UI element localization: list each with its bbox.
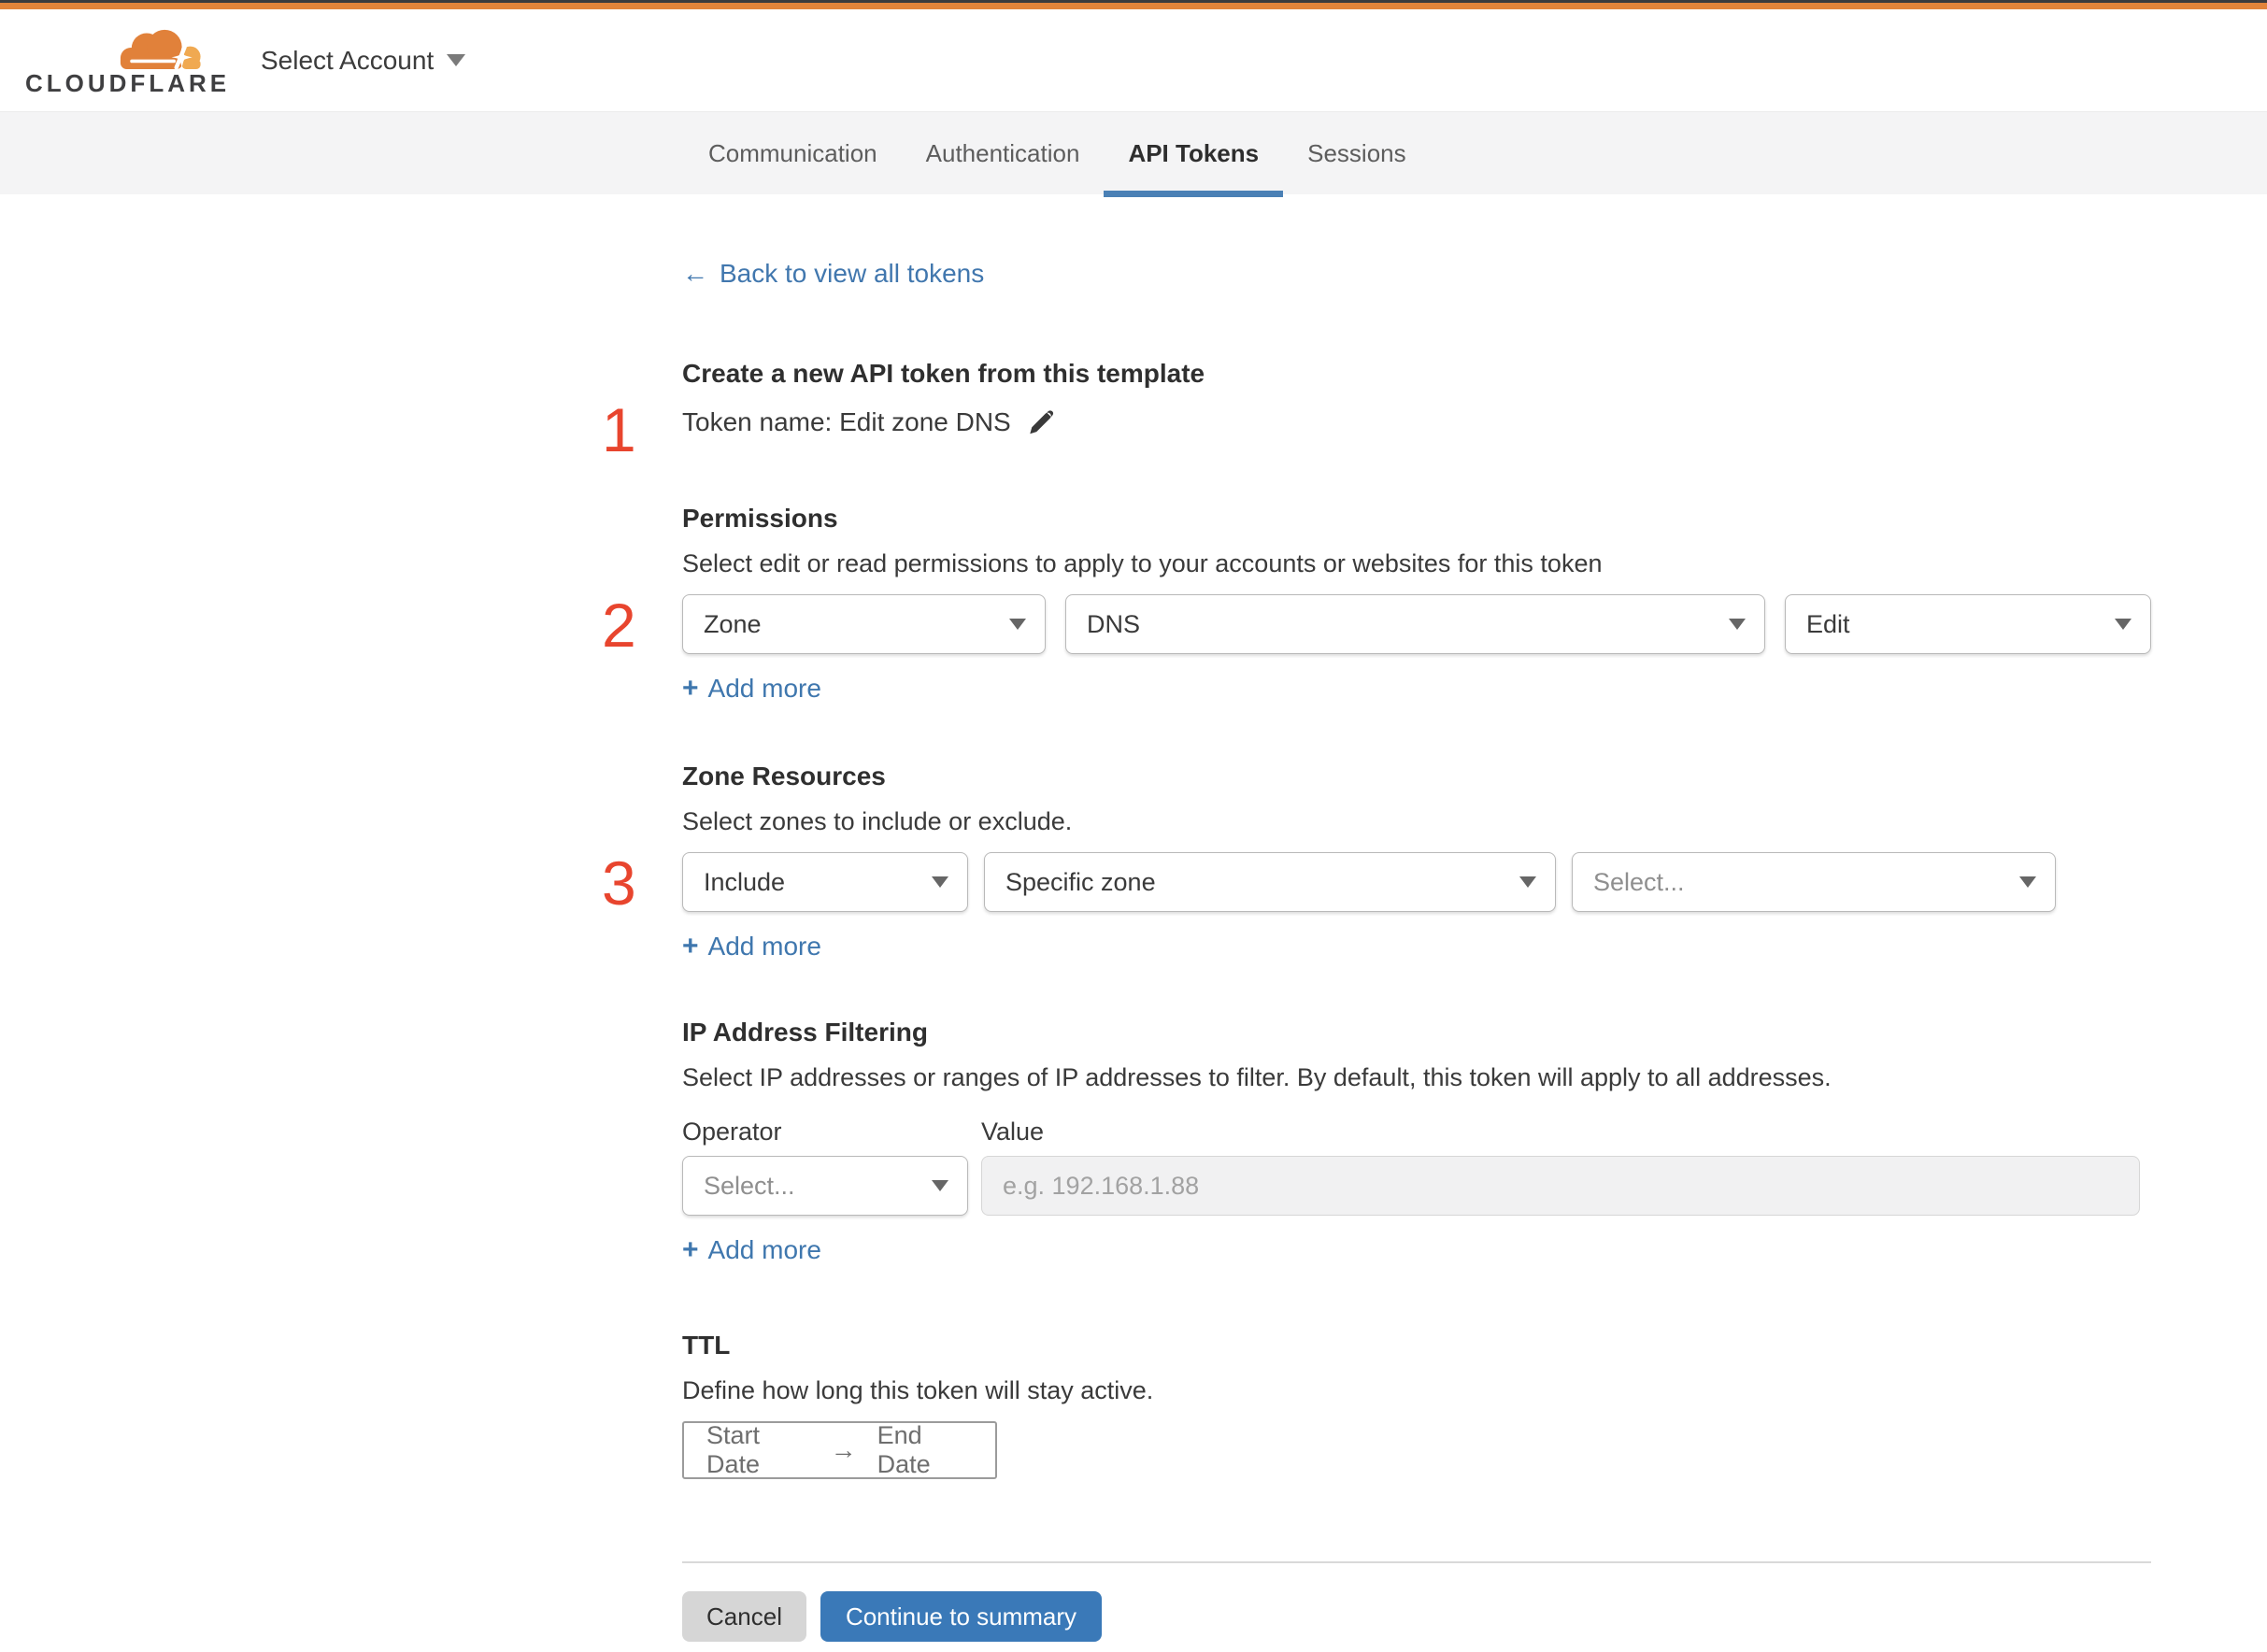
- permissions-description: Select edit or read permissions to apply…: [682, 549, 1603, 577]
- footer-actions: Cancel Continue to summary: [682, 1591, 2151, 1642]
- token-name-text: Token name: Edit zone DNS: [682, 407, 1011, 436]
- arrow-right-icon: →: [830, 1435, 857, 1464]
- ip-operator-placeholder: Select...: [704, 1171, 795, 1200]
- plus-icon: +: [682, 1234, 699, 1265]
- start-date-placeholder: Start Date: [706, 1421, 761, 1478]
- zone-include-select[interactable]: Include: [682, 852, 968, 912]
- ip-filtering-add-more-link[interactable]: + Add more: [682, 1234, 821, 1266]
- add-more-label: Add more: [707, 674, 821, 703]
- cloudflare-wordmark: CLOUDFLARE: [25, 68, 231, 97]
- top-accent-bar: [0, 0, 2267, 9]
- ip-operator-select[interactable]: Select...: [682, 1156, 968, 1216]
- chevron-down-icon: [932, 876, 948, 888]
- cloudflare-cloud-icon: [120, 29, 201, 70]
- ttl-date-range-picker[interactable]: Start Date → End Date: [682, 1421, 997, 1479]
- ttl-section: TTL Define how long this token will stay…: [682, 1330, 2151, 1479]
- chevron-down-icon: [447, 54, 466, 66]
- permission-access-value: Edit: [1806, 609, 1850, 638]
- step-number-1: 1: [602, 395, 636, 464]
- ip-filtering-title: IP Address Filtering: [682, 1018, 928, 1047]
- chevron-down-icon: [1519, 876, 1536, 888]
- back-link-label: Back to view all tokens: [720, 259, 985, 288]
- tab-bar: Communication Authentication API Tokens …: [0, 112, 2267, 197]
- chevron-down-icon: [1729, 619, 1746, 630]
- back-arrow-icon: ←: [682, 259, 708, 288]
- permission-scope-value: Zone: [704, 609, 762, 638]
- continue-to-summary-button[interactable]: Continue to summary: [820, 1591, 1102, 1642]
- account-selector-label: Select Account: [261, 45, 435, 75]
- operator-label: Operator: [682, 1118, 782, 1146]
- footer-divider: [682, 1561, 2151, 1563]
- tab-api-tokens[interactable]: API Tokens: [1104, 112, 1283, 197]
- ttl-title: TTL: [682, 1331, 731, 1360]
- zone-resources-title: Zone Resources: [682, 762, 886, 790]
- permissions-section: 2 Permissions Select edit or read permis…: [602, 503, 2151, 705]
- cancel-button[interactable]: Cancel: [682, 1591, 806, 1642]
- zone-resources-section: 3 Zone Resources Select zones to include…: [602, 761, 2151, 962]
- permission-scope-select[interactable]: Zone: [682, 594, 1046, 654]
- permissions-add-more-link[interactable]: + Add more: [682, 673, 821, 705]
- zone-resources-add-more-link[interactable]: + Add more: [682, 931, 821, 962]
- zone-type-value: Specific zone: [1005, 867, 1156, 896]
- permission-access-select[interactable]: Edit: [1785, 594, 2151, 654]
- ttl-description: Define how long this token will stay act…: [682, 1376, 1154, 1404]
- step-number-3: 3: [602, 848, 636, 918]
- end-date-placeholder: End Date: [877, 1421, 931, 1478]
- back-to-tokens-link[interactable]: ← Back to view all tokens: [682, 259, 984, 289]
- create-token-title: Create a new API token from this templat…: [682, 359, 1205, 388]
- plus-icon: +: [682, 673, 699, 704]
- zone-include-value: Include: [704, 867, 786, 896]
- tab-authentication[interactable]: Authentication: [902, 112, 1105, 194]
- permission-service-value: DNS: [1087, 609, 1141, 638]
- chevron-down-icon: [2019, 876, 2036, 888]
- ip-filtering-description: Select IP addresses or ranges of IP addr…: [682, 1063, 1832, 1091]
- zone-type-select[interactable]: Specific zone: [984, 852, 1556, 912]
- step-number-2: 2: [602, 591, 636, 660]
- zone-picker-select[interactable]: Select...: [1572, 852, 2056, 912]
- main-content: ← Back to view all tokens 1 Create a new…: [0, 194, 2267, 1642]
- account-selector[interactable]: Select Account: [261, 45, 466, 76]
- cloudflare-logo[interactable]: CLOUDFLARE: [25, 20, 226, 102]
- zone-picker-placeholder: Select...: [1593, 867, 1685, 896]
- zone-resources-description: Select zones to include or exclude.: [682, 807, 1073, 835]
- edit-pencil-icon[interactable]: [1026, 407, 1056, 437]
- chevron-down-icon: [1009, 619, 1026, 630]
- tab-communication[interactable]: Communication: [684, 112, 902, 194]
- tab-sessions[interactable]: Sessions: [1283, 112, 1431, 194]
- ip-value-input: [981, 1156, 2140, 1216]
- app-header: CLOUDFLARE Select Account: [0, 9, 2267, 112]
- chevron-down-icon: [932, 1180, 948, 1191]
- value-label: Value: [981, 1118, 1045, 1146]
- plus-icon: +: [682, 931, 699, 961]
- chevron-down-icon: [2115, 619, 2132, 630]
- permissions-title: Permissions: [682, 504, 838, 533]
- add-more-label: Add more: [707, 1235, 821, 1264]
- add-more-label: Add more: [707, 932, 821, 961]
- permission-service-select[interactable]: DNS: [1065, 594, 1765, 654]
- token-name-section: 1 Create a new API token from this templ…: [602, 358, 2151, 461]
- ip-filtering-section: IP Address Filtering Select IP addresses…: [682, 1017, 2151, 1266]
